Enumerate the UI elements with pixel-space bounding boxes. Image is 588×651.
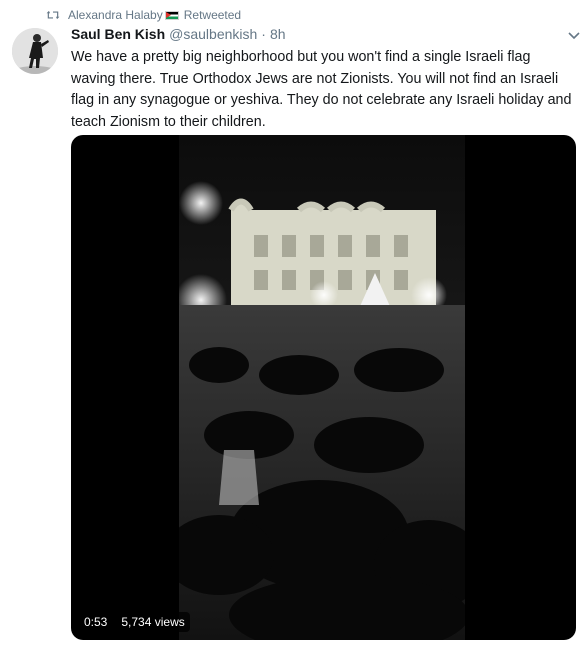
retweet-context: Alexandra Halaby Retweeted (46, 7, 241, 23)
tweet-text: We have a pretty big neighborhood but yo… (71, 49, 572, 130)
video-thumbnail (179, 135, 465, 640)
video-badges: 0:53 5,734 views (79, 612, 190, 632)
display-name[interactable]: Saul Ben Kish (71, 26, 165, 42)
retweeted-label: Retweeted (183, 8, 242, 22)
retweet-icon (46, 10, 60, 20)
chevron-down-icon[interactable] (568, 32, 580, 40)
tweet-timestamp[interactable]: 8h (270, 26, 286, 42)
retweeter-name[interactable]: Alexandra Halaby (68, 8, 163, 22)
palestinian-flag-icon (164, 10, 179, 20)
avatar[interactable] (12, 28, 58, 74)
separator-dot: · (261, 26, 266, 42)
tweet-header: Saul Ben Kish @saulbenkish · 8h (71, 26, 568, 44)
video-views: 5,734 views (116, 612, 190, 632)
user-handle[interactable]: @saulbenkish (169, 26, 257, 42)
video-player[interactable]: 0:53 5,734 views (71, 135, 576, 640)
video-duration: 0:53 (79, 612, 113, 632)
